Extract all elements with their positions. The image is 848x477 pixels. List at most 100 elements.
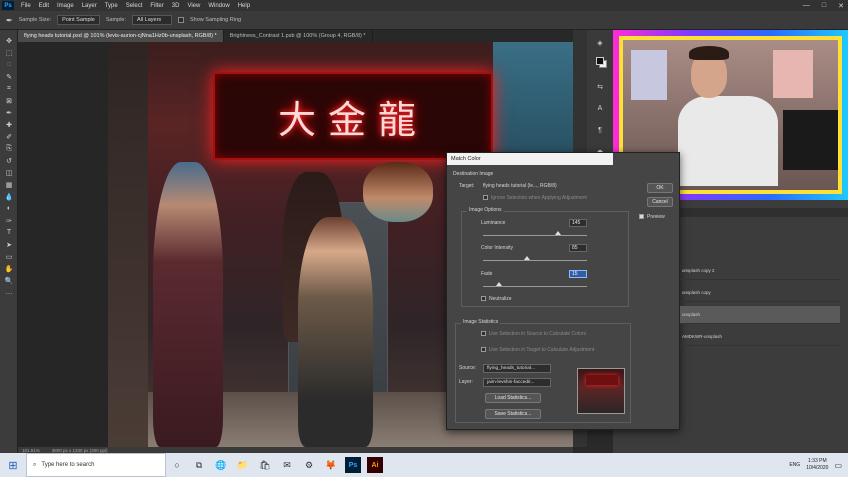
- menu-type[interactable]: Type: [101, 3, 122, 9]
- clock[interactable]: 1:33 PM 10/4/2020: [806, 458, 828, 472]
- preview-checkbox[interactable]: [639, 214, 644, 219]
- illustrator-icon[interactable]: Ai: [367, 457, 383, 473]
- menu-help[interactable]: Help: [234, 3, 254, 9]
- dodge-icon[interactable]: ◐: [4, 204, 14, 213]
- panel-tool-0-icon[interactable]: ◈: [595, 38, 605, 47]
- luminance-label: Luminance: [481, 220, 506, 226]
- layer-row[interactable]: unsplash copy 2: [680, 262, 840, 280]
- fade-input[interactable]: 15: [569, 270, 587, 278]
- thumbnail-neon-sign: [586, 375, 618, 385]
- edge-icon[interactable]: 🌐: [210, 453, 232, 477]
- eyedropper-icon[interactable]: ✒: [4, 108, 14, 117]
- notifications-icon[interactable]: ▭: [834, 461, 842, 470]
- menu-view[interactable]: View: [183, 3, 204, 9]
- color-intensity-slider-thumb[interactable]: [523, 256, 530, 260]
- artboard-icon[interactable]: ⬚: [4, 48, 14, 57]
- load-statistics-button[interactable]: Load Statistics...: [485, 393, 541, 403]
- clock-time: 1:33 PM: [808, 458, 827, 464]
- luminance-slider-track[interactable]: [483, 235, 587, 236]
- task-view-icon[interactable]: ⧉: [188, 453, 210, 477]
- file-explorer-icon[interactable]: 📁: [232, 453, 254, 477]
- fade-slider-track[interactable]: [483, 286, 587, 287]
- menu-edit[interactable]: Edit: [35, 3, 53, 9]
- pen-icon[interactable]: ✑: [4, 216, 14, 225]
- more-icon[interactable]: …: [4, 288, 14, 297]
- use-selection-target-checkbox[interactable]: [481, 347, 486, 352]
- maximize-button[interactable]: □: [822, 2, 826, 9]
- layer-row[interactable]: unsplash: [680, 306, 840, 324]
- menu-filter[interactable]: Filter: [146, 3, 167, 9]
- sample-size-select[interactable]: Point Sample: [57, 15, 100, 25]
- menu-image[interactable]: Image: [53, 3, 78, 9]
- tab-flying-heads[interactable]: flying heads tutorial.psd @ 101% (levis-…: [18, 30, 224, 42]
- panel-tool-3-icon[interactable]: A: [595, 104, 605, 113]
- close-button[interactable]: ✕: [838, 2, 844, 10]
- store-icon[interactable]: 🛍: [254, 453, 276, 477]
- panel-tool-2-icon[interactable]: ⇆: [595, 82, 605, 91]
- shape-icon[interactable]: ▭: [4, 252, 14, 261]
- crop-icon[interactable]: ⌗: [4, 84, 14, 93]
- zoom-icon[interactable]: 🔍: [4, 276, 14, 285]
- start-button[interactable]: ⊞: [0, 453, 26, 477]
- healing-icon[interactable]: ✚: [4, 120, 14, 129]
- menu-file[interactable]: File: [17, 3, 35, 9]
- sample-size-label: Sample Size:: [18, 17, 52, 23]
- luminance-input[interactable]: 145: [569, 219, 587, 227]
- layer-row[interactable]: unsplash copy: [680, 284, 840, 302]
- ok-button[interactable]: OK: [647, 183, 673, 193]
- type-icon[interactable]: T: [4, 228, 14, 237]
- blur-icon[interactable]: 💧: [4, 192, 14, 201]
- panel-tool-4-icon[interactable]: ¶: [595, 126, 605, 135]
- source-dropdown[interactable]: flying_heads_tutorial...: [483, 364, 551, 373]
- menu-window[interactable]: Window: [204, 3, 233, 9]
- fade-slider-thumb[interactable]: [495, 282, 502, 286]
- dialog-title[interactable]: Match Color: [447, 153, 613, 165]
- language-indicator[interactable]: ENG: [789, 462, 800, 468]
- cancel-button[interactable]: Cancel: [647, 197, 673, 207]
- menu-bar: Ps File Edit Image Layer Type Select Fil…: [0, 0, 848, 11]
- color-intensity-input[interactable]: 85: [569, 244, 587, 252]
- browser-icon[interactable]: 🦊: [320, 453, 342, 477]
- menu-layer[interactable]: Layer: [78, 3, 101, 9]
- foreground-color-swatch[interactable]: [596, 57, 604, 65]
- menu-3d[interactable]: 3D: [168, 3, 184, 9]
- luminance-slider-thumb[interactable]: [554, 231, 561, 235]
- move-icon[interactable]: ✥: [4, 36, 14, 45]
- show-sampling-ring-checkbox[interactable]: [178, 17, 185, 23]
- preview-label: Preview: [647, 214, 665, 220]
- taskbar-search[interactable]: ⌕ Type here to search: [26, 453, 166, 477]
- show-sampling-ring-label: Show Sampling Ring: [190, 17, 242, 23]
- neon-sign: 大金龍: [213, 72, 493, 160]
- lasso-icon[interactable]: ◌: [4, 60, 14, 69]
- search-placeholder: Type here to search: [41, 462, 95, 468]
- settings-icon[interactable]: ⚙: [298, 453, 320, 477]
- history-brush-icon[interactable]: ↺: [4, 156, 14, 165]
- stamp-icon[interactable]: ⎘: [4, 144, 14, 153]
- save-statistics-button[interactable]: Save Statistics...: [485, 409, 541, 419]
- path-select-icon[interactable]: ➤: [4, 240, 14, 249]
- neutralize-label: Neutralize: [489, 296, 512, 302]
- zoom-level[interactable]: 101.51%: [22, 448, 40, 453]
- neutralize-checkbox[interactable]: [481, 296, 486, 301]
- webcam-person-shirt: [678, 96, 778, 186]
- cortana-icon[interactable]: ○: [166, 453, 188, 477]
- quick-select-icon[interactable]: ✎: [4, 72, 14, 81]
- hand-icon[interactable]: ✋: [4, 264, 14, 273]
- ignore-selection-checkbox[interactable]: [483, 195, 488, 200]
- layer-row[interactable]: AMDKWR-unsplash: [680, 328, 840, 346]
- photoshop-icon[interactable]: Ps: [345, 457, 361, 473]
- layer-dropdown[interactable]: jaim-levshin-faccedit...: [483, 378, 551, 387]
- color-intensity-slider-track[interactable]: [483, 260, 587, 261]
- gradient-icon[interactable]: ▦: [4, 180, 14, 189]
- brush-icon[interactable]: ✐: [4, 132, 14, 141]
- eyedropper-options-icon[interactable]: ✒: [6, 16, 13, 25]
- mail-icon[interactable]: ✉: [276, 453, 298, 477]
- menu-select[interactable]: Select: [122, 3, 147, 9]
- use-selection-source-checkbox[interactable]: [481, 331, 486, 336]
- tab-brightness-contrast[interactable]: Brightness_Contrast 1.psb @ 100% (Group …: [224, 30, 373, 42]
- minimize-button[interactable]: —: [803, 2, 810, 9]
- eraser-icon[interactable]: ◫: [4, 168, 14, 177]
- frame-icon[interactable]: ⊠: [4, 96, 14, 105]
- photoshop-logo: Ps: [2, 1, 14, 10]
- sample-select[interactable]: All Layers: [132, 15, 173, 25]
